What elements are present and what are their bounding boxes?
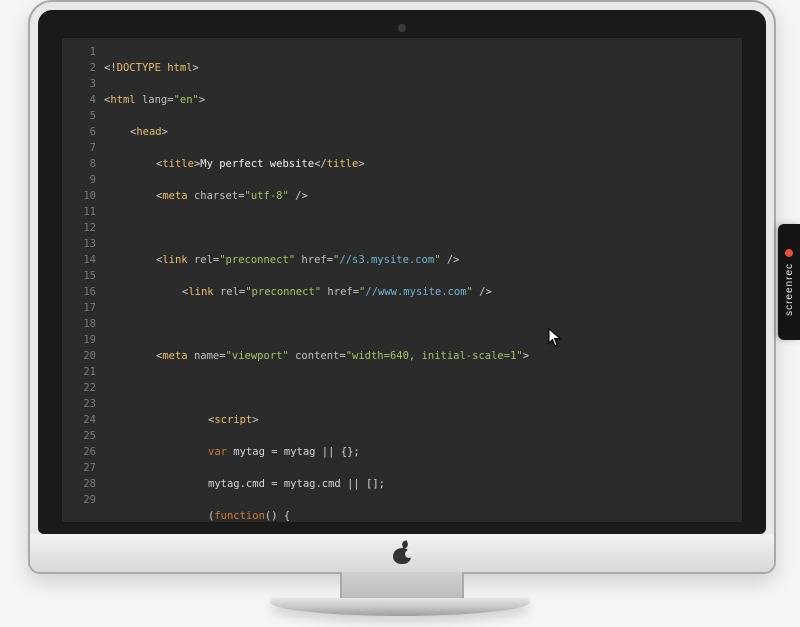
screenrec-widget[interactable]: screenrec — [778, 224, 800, 340]
line-number: 2 — [62, 60, 96, 76]
code-line[interactable]: <title>My perfect website</title> — [104, 156, 742, 172]
line-number: 12 — [62, 220, 96, 236]
camera-dot — [398, 24, 406, 32]
line-number: 11 — [62, 204, 96, 220]
line-number: 18 — [62, 316, 96, 332]
line-number: 25 — [62, 428, 96, 444]
record-icon — [785, 249, 793, 257]
code-line[interactable]: var mytag = mytag || {}; — [104, 444, 742, 460]
line-number: 20 — [62, 348, 96, 364]
code-line[interactable] — [104, 380, 742, 396]
line-number: 16 — [62, 284, 96, 300]
code-line[interactable]: mytag.cmd = mytag.cmd || []; — [104, 476, 742, 492]
code-editor[interactable]: 1234567891011121314151617181920212223242… — [62, 38, 742, 522]
line-number: 28 — [62, 476, 96, 492]
line-number-gutter: 1234567891011121314151617181920212223242… — [62, 44, 104, 522]
code-line[interactable] — [104, 220, 742, 236]
code-line[interactable] — [104, 316, 742, 332]
code-editor-screen: 1234567891011121314151617181920212223242… — [62, 38, 742, 522]
line-number: 8 — [62, 156, 96, 172]
line-number: 1 — [62, 44, 96, 60]
line-number: 13 — [62, 236, 96, 252]
imac-stand-base — [270, 598, 530, 616]
line-number: 7 — [62, 140, 96, 156]
line-number: 21 — [62, 364, 96, 380]
imac-frame: 1234567891011121314151617181920212223242… — [28, 0, 776, 574]
imac-stand-neck — [340, 572, 464, 600]
code-line[interactable]: <link rel="preconnect" href="//www.mysit… — [104, 284, 742, 300]
line-number: 14 — [62, 252, 96, 268]
line-number: 27 — [62, 460, 96, 476]
imac-bezel: 1234567891011121314151617181920212223242… — [38, 10, 766, 534]
line-number: 19 — [62, 332, 96, 348]
code-line[interactable]: <meta charset="utf-8" /> — [104, 188, 742, 204]
code-line[interactable]: <!DOCTYPE html> — [104, 60, 742, 76]
line-number: 6 — [62, 124, 96, 140]
line-number: 17 — [62, 300, 96, 316]
line-number: 3 — [62, 76, 96, 92]
code-line[interactable]: (function() { — [104, 508, 742, 522]
code-line[interactable]: <meta name="viewport" content="width=640… — [104, 348, 742, 364]
line-number: 15 — [62, 268, 96, 284]
line-number: 26 — [62, 444, 96, 460]
line-number: 24 — [62, 412, 96, 428]
screenrec-label: screenrec — [784, 263, 795, 316]
code-line[interactable]: <html lang="en"> — [104, 92, 742, 108]
imac-chin — [30, 534, 774, 572]
code-line[interactable]: <link rel="preconnect" href="//s3.mysite… — [104, 252, 742, 268]
line-number: 4 — [62, 92, 96, 108]
line-number: 29 — [62, 492, 96, 508]
line-number: 22 — [62, 380, 96, 396]
line-number: 23 — [62, 396, 96, 412]
code-area[interactable]: <!DOCTYPE html> <html lang="en"> <head> … — [104, 44, 742, 522]
line-number: 9 — [62, 172, 96, 188]
apple-logo-icon — [393, 542, 411, 564]
line-number: 5 — [62, 108, 96, 124]
code-line[interactable]: <head> — [104, 124, 742, 140]
line-number: 10 — [62, 188, 96, 204]
code-line[interactable]: <script> — [104, 412, 742, 428]
